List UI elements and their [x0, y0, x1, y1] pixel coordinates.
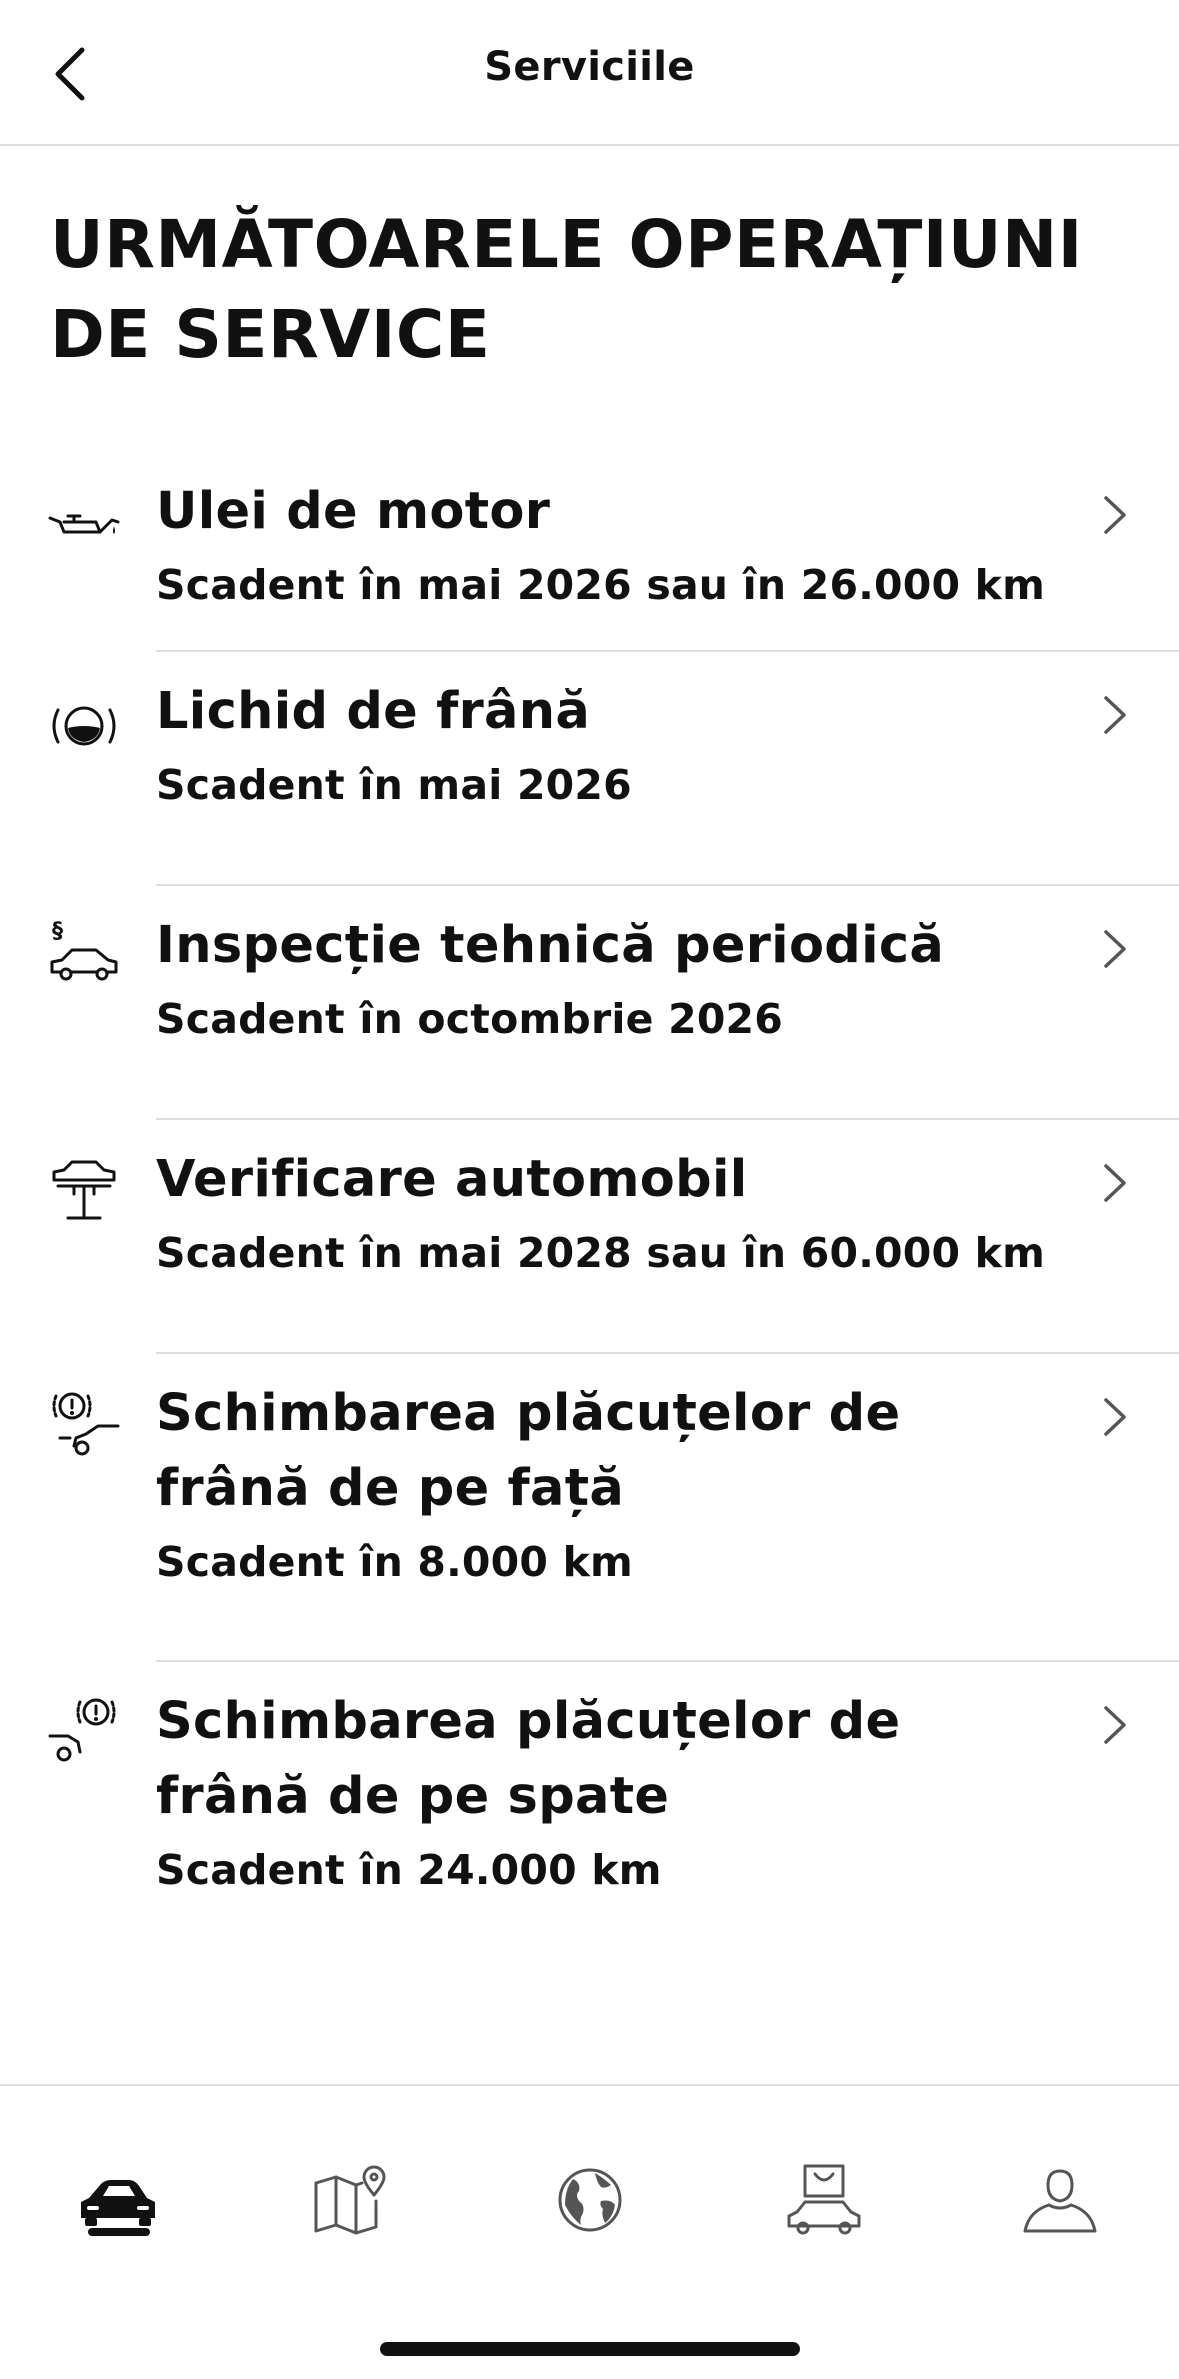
inspection-car-icon: §: [50, 919, 118, 981]
service-title: Schimbarea plăcuțelor de frână de pe spa…: [156, 1692, 901, 1826]
car-lift-icon: [52, 1160, 116, 1220]
svg-text:§: §: [52, 919, 63, 944]
chevron-right-icon: [1104, 696, 1126, 734]
globe-icon: [558, 2168, 622, 2232]
section-title: URMĂTOARELE OPERAȚIUNI DE SERVICE: [50, 206, 1083, 373]
service-title: Verificare automobil: [156, 1150, 748, 1209]
car-icon: [81, 2180, 155, 2226]
nav-header: Serviciile: [0, 0, 1179, 146]
chevron-right-icon: [1104, 1164, 1126, 1202]
service-item-text: Ulei de motor Scadent în mai 2026 sau în…: [156, 474, 1069, 615]
home-indicator: [380, 2342, 800, 2356]
tab-profile[interactable]: [1000, 2140, 1120, 2260]
service-item-brake-fluid[interactable]: Lichid de frână Scadent în mai 2026: [0, 652, 1179, 886]
service-due: Scadent în 8.000 km: [156, 1538, 633, 1586]
service-title: Lichid de frână: [156, 682, 591, 741]
service-title: Inspecție tehnică periodică: [156, 916, 945, 975]
service-title: Schimbarea plăcuțelor de frână de pe faț…: [156, 1384, 901, 1518]
tab-explore[interactable]: [530, 2140, 650, 2260]
tab-vehicle[interactable]: [58, 2140, 178, 2260]
service-item-engine-oil[interactable]: Ulei de motor Scadent în mai 2026 sau în…: [0, 452, 1179, 652]
chevron-right-icon: [1104, 496, 1126, 534]
oil-can-icon: [48, 514, 120, 534]
chevron-right-icon: [1104, 1706, 1126, 1744]
service-item-text: Verificare automobil Scadent în mai 2028…: [156, 1142, 1069, 1283]
rear-brake-pads-icon: [48, 1698, 116, 1762]
service-list: Ulei de motor Scadent în mai 2026 sau în…: [0, 452, 1179, 1962]
active-tab-indicator: [88, 2228, 150, 2236]
service-item-vehicle-check[interactable]: Verificare automobil Scadent în mai 2028…: [0, 1120, 1179, 1354]
service-due: Scadent în octombrie 2026: [156, 995, 784, 1043]
service-item-text: Schimbarea plăcuțelor de frână de pe faț…: [156, 1376, 1069, 1592]
services-screen: Serviciile URMĂTOARELE OPERAȚIUNI DE SER…: [0, 0, 1179, 2379]
service-due: Scadent în 24.000 km: [156, 1846, 662, 1894]
brake-fluid-icon: [52, 706, 116, 746]
shop-car-icon: [787, 2164, 861, 2235]
tab-map[interactable]: [292, 2140, 412, 2260]
service-title: Ulei de motor: [156, 482, 551, 541]
service-item-text: Lichid de frână Scadent în mai 2026: [156, 674, 1069, 815]
service-due: Scadent în mai 2028 sau în 60.000 km: [156, 1229, 1046, 1277]
service-due: Scadent în mai 2026: [156, 761, 632, 809]
page-title: Serviciile: [484, 44, 695, 90]
chevron-right-icon: [1104, 930, 1126, 968]
service-due: Scadent în mai 2026 sau în 26.000 km: [156, 561, 1046, 609]
tab-shop[interactable]: [764, 2140, 884, 2260]
profile-icon: [1023, 2169, 1097, 2233]
front-brake-pads-icon: [52, 1392, 120, 1456]
bottom-tab-bar: [0, 2084, 1179, 2379]
service-item-front-brake-pads[interactable]: Schimbarea plăcuțelor de frână de pe faț…: [0, 1354, 1179, 1662]
map-pin-icon: [314, 2165, 386, 2235]
chevron-right-icon: [1104, 1398, 1126, 1436]
service-item-technical-inspection[interactable]: § Inspecție tehnică periodică Scadent în…: [0, 886, 1179, 1120]
service-item-text: Inspecție tehnică periodică Scadent în o…: [156, 908, 1069, 1049]
service-item-text: Schimbarea plăcuțelor de frână de pe spa…: [156, 1684, 1069, 1900]
service-item-rear-brake-pads[interactable]: Schimbarea plăcuțelor de frână de pe spa…: [0, 1662, 1179, 1962]
